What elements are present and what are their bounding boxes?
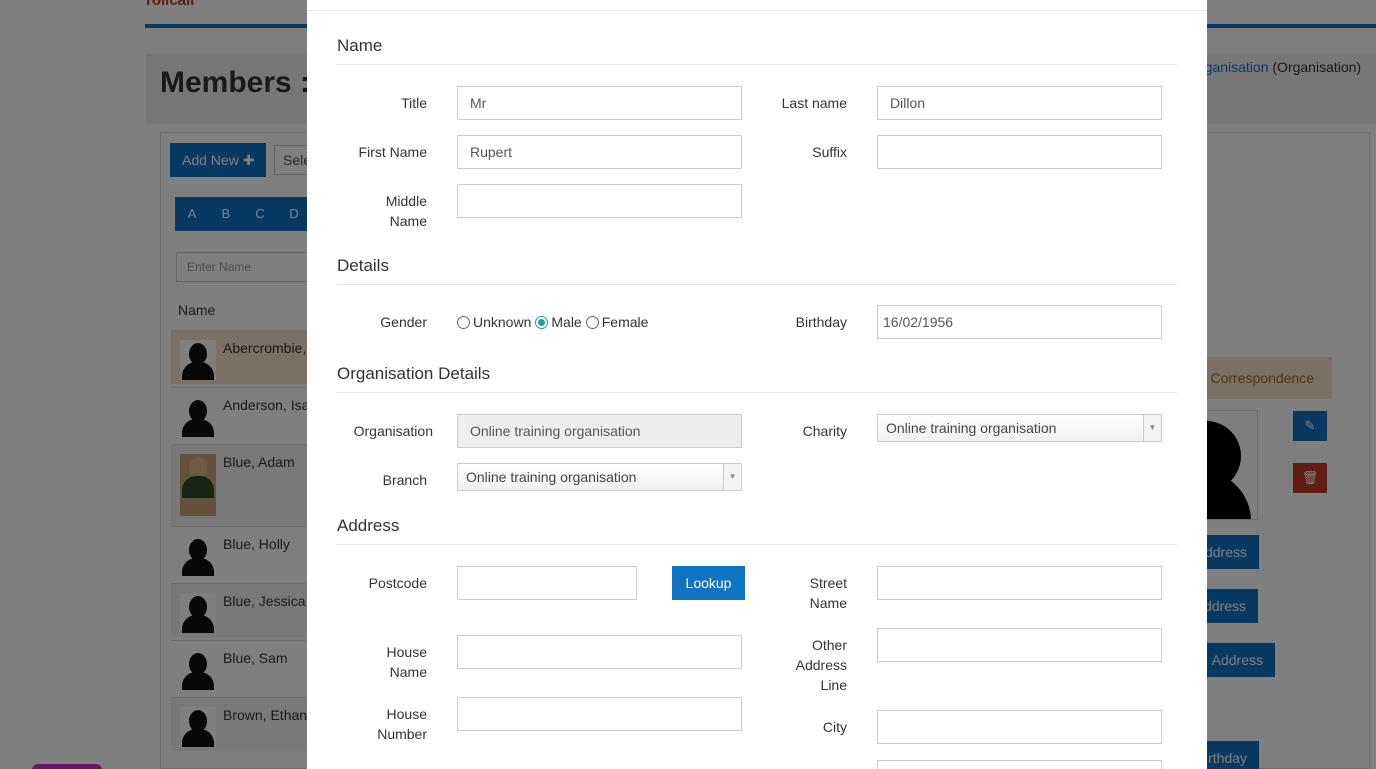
middle-name-field[interactable] xyxy=(457,184,742,218)
last-name-field[interactable]: Dillon xyxy=(877,86,1162,120)
charity-selected: Online training organisation xyxy=(886,420,1057,436)
chevron-down-icon: ▼ xyxy=(1143,415,1161,441)
other-address-label-line1: Other xyxy=(811,637,847,653)
radio-male-checked[interactable] xyxy=(535,315,549,329)
first-name-field[interactable]: Rupert xyxy=(457,135,742,169)
suffix-label: Suffix xyxy=(812,144,847,160)
next-field-partial[interactable] xyxy=(877,760,1162,769)
other-address-line-label: Other Address Line xyxy=(717,635,847,695)
branch-select[interactable]: Online training organisation ▼ xyxy=(457,463,742,491)
branch-selected: Online training organisation xyxy=(466,469,637,485)
radio-unknown[interactable] xyxy=(457,315,470,329)
other-address-label-line2: Address xyxy=(795,657,847,673)
other-address-line-field[interactable] xyxy=(877,628,1162,662)
first-name-label: First Name xyxy=(358,144,427,160)
birthday-field[interactable]: 16/02/1956 xyxy=(877,305,1162,339)
middle-name-label: Middle Name xyxy=(337,191,427,231)
house-number-label-line2: Number xyxy=(377,726,427,742)
gender-option-unknown[interactable]: Unknown xyxy=(457,314,531,330)
organisation-field-disabled: Online training organisation xyxy=(457,414,742,448)
suffix-field[interactable] xyxy=(877,135,1162,169)
house-number-label-line1: House xyxy=(386,706,427,722)
organisation-label: Organisation xyxy=(353,423,433,439)
house-number-label: House Number xyxy=(337,704,427,744)
street-name-label: Street Name xyxy=(717,573,847,613)
gender-male-label: Male xyxy=(551,314,582,330)
branch-label: Branch xyxy=(382,472,427,488)
gender-label: Gender xyxy=(380,314,427,330)
section-address: Address xyxy=(337,516,1177,545)
charity-label: Charity xyxy=(802,423,847,439)
city-field[interactable] xyxy=(877,710,1162,744)
gender-unknown-label: Unknown xyxy=(473,314,532,330)
street-name-label-line1: Street xyxy=(809,575,847,591)
charity-select[interactable]: Online training organisation ▼ xyxy=(877,414,1162,442)
postcode-field[interactable] xyxy=(457,566,637,600)
house-name-field[interactable] xyxy=(457,635,742,669)
section-name: Name xyxy=(337,36,1177,65)
house-name-label: House Name xyxy=(337,642,427,682)
last-name-label: Last name xyxy=(781,95,847,111)
house-name-label-line2: Name xyxy=(389,664,427,680)
middle-name-label-line1: Middle xyxy=(385,193,427,209)
gender-radio-group: Unknown Male Female xyxy=(457,314,652,330)
postcode-label: Postcode xyxy=(368,575,427,591)
modal-header-divider xyxy=(307,10,1207,11)
street-name-field[interactable] xyxy=(877,566,1162,600)
gender-option-male[interactable]: Male xyxy=(535,314,582,330)
city-label: City xyxy=(822,719,847,735)
gender-female-label: Female xyxy=(601,314,649,330)
other-address-label-line3: Line xyxy=(820,677,847,693)
radio-female[interactable] xyxy=(585,315,599,329)
birthday-label: Birthday xyxy=(795,314,847,330)
house-name-label-line1: House xyxy=(386,644,427,660)
section-details: Details xyxy=(337,256,1177,285)
middle-name-label-line2: Name xyxy=(389,213,427,229)
title-field[interactable]: Mr xyxy=(457,86,742,120)
street-name-label-line2: Name xyxy=(809,595,847,611)
house-number-field[interactable] xyxy=(457,697,742,731)
gender-option-female[interactable]: Female xyxy=(585,314,649,330)
title-label: Title xyxy=(401,95,427,111)
edit-member-modal: Name Title Mr Last name Dillon First Nam… xyxy=(307,0,1207,769)
section-organisation: Organisation Details xyxy=(337,364,1177,393)
chevron-down-icon: ▼ xyxy=(723,464,741,490)
